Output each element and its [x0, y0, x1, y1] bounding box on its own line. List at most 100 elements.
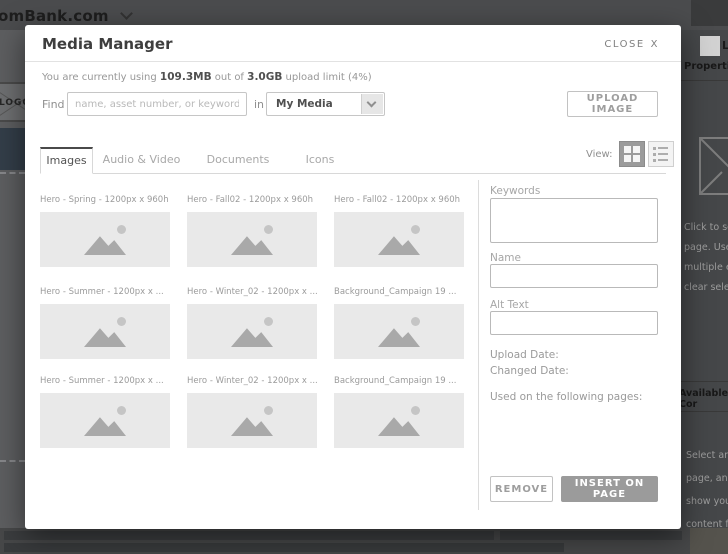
panel-hint-line: clear selecti [684, 282, 728, 293]
alt-text-field[interactable] [490, 311, 658, 335]
usage-used-value: 109.3MB [159, 71, 212, 83]
panel-vertical-divider [478, 180, 479, 510]
sun-icon [117, 317, 126, 326]
panel-hint-line: Click to sele [684, 222, 728, 233]
envelope-icon [699, 137, 728, 195]
media-item-label: Background_Campaign 19 ... [334, 376, 457, 386]
image-placeholder [40, 212, 170, 267]
mountain-icon [84, 328, 126, 347]
keywords-label: Keywords [490, 185, 541, 197]
media-item-label: Hero - Spring - 1200px x 960h [40, 195, 169, 205]
media-item[interactable]: Hero - Winter_02 - 1200px x ... [187, 287, 332, 359]
close-icon: X [650, 39, 659, 50]
sun-icon [264, 225, 273, 234]
media-item[interactable]: Hero - Summer - 1200px x ... [40, 376, 185, 448]
keywords-field[interactable] [490, 198, 658, 243]
upload-usage-text: You are currently using 109.3MB out of 3… [42, 71, 372, 83]
account-button-label: L [722, 39, 728, 52]
media-item[interactable]: Hero - Fall02 - 1200px x 960h [187, 195, 332, 267]
media-item[interactable]: Hero - Spring - 1200px x 960h [40, 195, 185, 267]
sun-icon [411, 317, 420, 326]
media-source-select[interactable]: My Media [266, 92, 385, 116]
media-tabs: Images Audio & Video Documents Icons [40, 147, 666, 174]
selection-dash-top [0, 172, 25, 174]
image-placeholder [334, 393, 464, 448]
panel-divider [676, 381, 728, 382]
chevron-down-icon[interactable] [120, 7, 133, 20]
image-placeholder [187, 304, 317, 359]
image-placeholder [187, 212, 317, 267]
media-item[interactable]: Hero - Winter_02 - 1200px x ... [187, 376, 332, 448]
alt-text-label: Alt Text [490, 299, 529, 311]
usage-connector: out of [211, 72, 248, 83]
site-title: omBank.com [0, 7, 109, 25]
list-view-button[interactable] [647, 141, 674, 167]
panel-select-line: show you [686, 496, 728, 507]
sun-icon [117, 225, 126, 234]
tab-properties[interactable]: Properties [684, 61, 728, 72]
topright-box [691, 0, 728, 26]
sun-icon [411, 406, 420, 415]
tab-images[interactable]: Images [40, 147, 93, 174]
media-item-label: Hero - Summer - 1200px x ... [40, 287, 164, 297]
view-label: View: [586, 148, 613, 160]
footer-bar [4, 543, 564, 552]
footer-bar [500, 531, 682, 540]
media-source-value: My Media [276, 98, 333, 110]
usage-limit-value: 3.0GB [247, 71, 283, 83]
media-item-label: Background_Campaign 19 ... [334, 287, 457, 297]
mountain-icon [378, 417, 420, 436]
upload-date-label: Upload Date: [490, 349, 559, 361]
remove-button[interactable]: REMOVE [490, 476, 553, 502]
grid-view-button[interactable] [618, 141, 645, 167]
mountain-icon [84, 236, 126, 255]
grid-view-icon [623, 146, 640, 162]
image-placeholder [334, 304, 464, 359]
image-placeholder [187, 393, 317, 448]
usage-prefix: You are currently using [42, 72, 160, 83]
name-field[interactable] [490, 264, 658, 288]
used-on-pages-label: Used on the following pages: [490, 391, 643, 403]
insert-on-page-button[interactable]: INSERT ON PAGE [561, 476, 658, 502]
find-label: Find [42, 98, 65, 111]
chevron-down-icon [366, 97, 377, 108]
changed-date-label: Changed Date: [490, 365, 569, 377]
panel-divider [676, 411, 728, 412]
dialog-title: Media Manager [42, 35, 173, 53]
upload-image-button[interactable]: UPLOAD IMAGE [567, 91, 658, 117]
panel-divider [676, 80, 728, 81]
mountain-icon [231, 328, 273, 347]
tab-icons[interactable]: Icons [286, 148, 354, 173]
panel-hint-line: multiple ele [684, 262, 728, 273]
panel-select-line: Select an [686, 450, 728, 461]
media-manager-dialog: Media Manager CLOSE X You are currently u… [25, 25, 681, 529]
media-item[interactable]: Background_Campaign 19 ... [334, 287, 479, 359]
background-footer [0, 528, 690, 554]
media-item[interactable]: Hero - Fall02 - 1200px x 960h [334, 195, 479, 267]
footer-bar [4, 531, 494, 540]
media-item[interactable]: Hero - Summer - 1200px x ... [40, 287, 185, 359]
media-item-label: Hero - Fall02 - 1200px x 960h [187, 195, 314, 205]
close-button[interactable]: CLOSE X [604, 39, 659, 50]
view-toggle-group: View: [586, 141, 674, 167]
dialog-header: Media Manager CLOSE X [25, 25, 681, 62]
account-button[interactable] [700, 36, 720, 56]
search-input[interactable] [67, 92, 247, 116]
usage-suffix: upload limit (4%) [282, 72, 372, 83]
image-placeholder [334, 212, 464, 267]
sun-icon [411, 225, 420, 234]
selection-dash-bottom [0, 460, 25, 462]
mountain-icon [378, 328, 420, 347]
footer-corner [690, 528, 728, 554]
tab-audio-video[interactable]: Audio & Video [93, 148, 190, 173]
close-label: CLOSE [604, 39, 645, 50]
tab-documents[interactable]: Documents [190, 148, 286, 173]
media-item-label: Hero - Winter_02 - 1200px x ... [187, 376, 318, 386]
mountain-icon [231, 417, 273, 436]
panel-hint-line: page. Use Sh [684, 242, 728, 253]
media-item[interactable]: Background_Campaign 19 ... [334, 376, 479, 448]
select-chevron-box [361, 94, 383, 114]
list-view-icon [653, 146, 669, 162]
mountain-icon [84, 417, 126, 436]
in-label: in [254, 98, 265, 111]
